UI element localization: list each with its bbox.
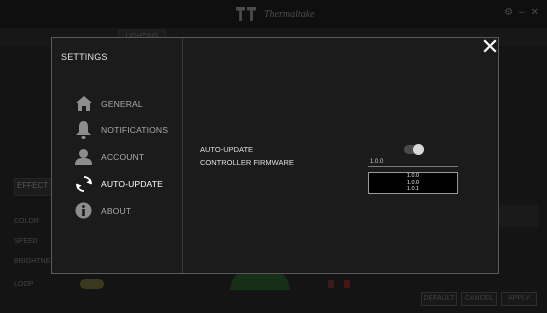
nav-label-general: GENERAL	[101, 98, 143, 109]
nav-label-notifications: NOTIFICATIONS	[101, 124, 169, 135]
nav-label-account: ACCOUNT	[101, 151, 145, 162]
firmware-dropdown-list: 1.0.0 1.0.0 1.0.1	[368, 172, 458, 194]
nav-item-auto-update[interactable]: AUTO-UPDATE	[74, 174, 163, 193]
settings-sidebar: SETTINGS GENERAL NOTIFICATIONS ACCOUNT A…	[52, 38, 183, 273]
nav-label-about: ABOUT	[101, 205, 132, 216]
auto-update-toggle[interactable]	[404, 144, 424, 155]
settings-dialog: SETTINGS GENERAL NOTIFICATIONS ACCOUNT A…	[51, 37, 499, 274]
home-icon	[74, 94, 93, 113]
settings-title: SETTINGS	[61, 52, 108, 62]
auto-update-panel: AUTO-UPDATE CONTROLLER FIRMWARE 1.0.0 1.…	[184, 38, 498, 273]
firmware-select[interactable]: 1.0.0	[368, 159, 458, 167]
info-icon	[74, 201, 93, 220]
nav-label-auto-update: AUTO-UPDATE	[101, 178, 163, 189]
refresh-icon	[74, 174, 93, 193]
user-icon	[74, 147, 93, 166]
nav-item-notifications[interactable]: NOTIFICATIONS	[74, 120, 168, 139]
bell-icon	[74, 120, 93, 139]
firmware-option[interactable]: 1.0.1	[369, 186, 457, 193]
auto-update-label: AUTO-UPDATE	[200, 145, 254, 154]
nav-item-account[interactable]: ACCOUNT	[74, 147, 144, 166]
nav-item-general[interactable]: GENERAL	[74, 94, 143, 113]
firmware-label: CONTROLLER FIRMWARE	[200, 158, 294, 167]
nav-item-about[interactable]: ABOUT	[74, 201, 131, 220]
toggle-knob	[413, 144, 424, 155]
